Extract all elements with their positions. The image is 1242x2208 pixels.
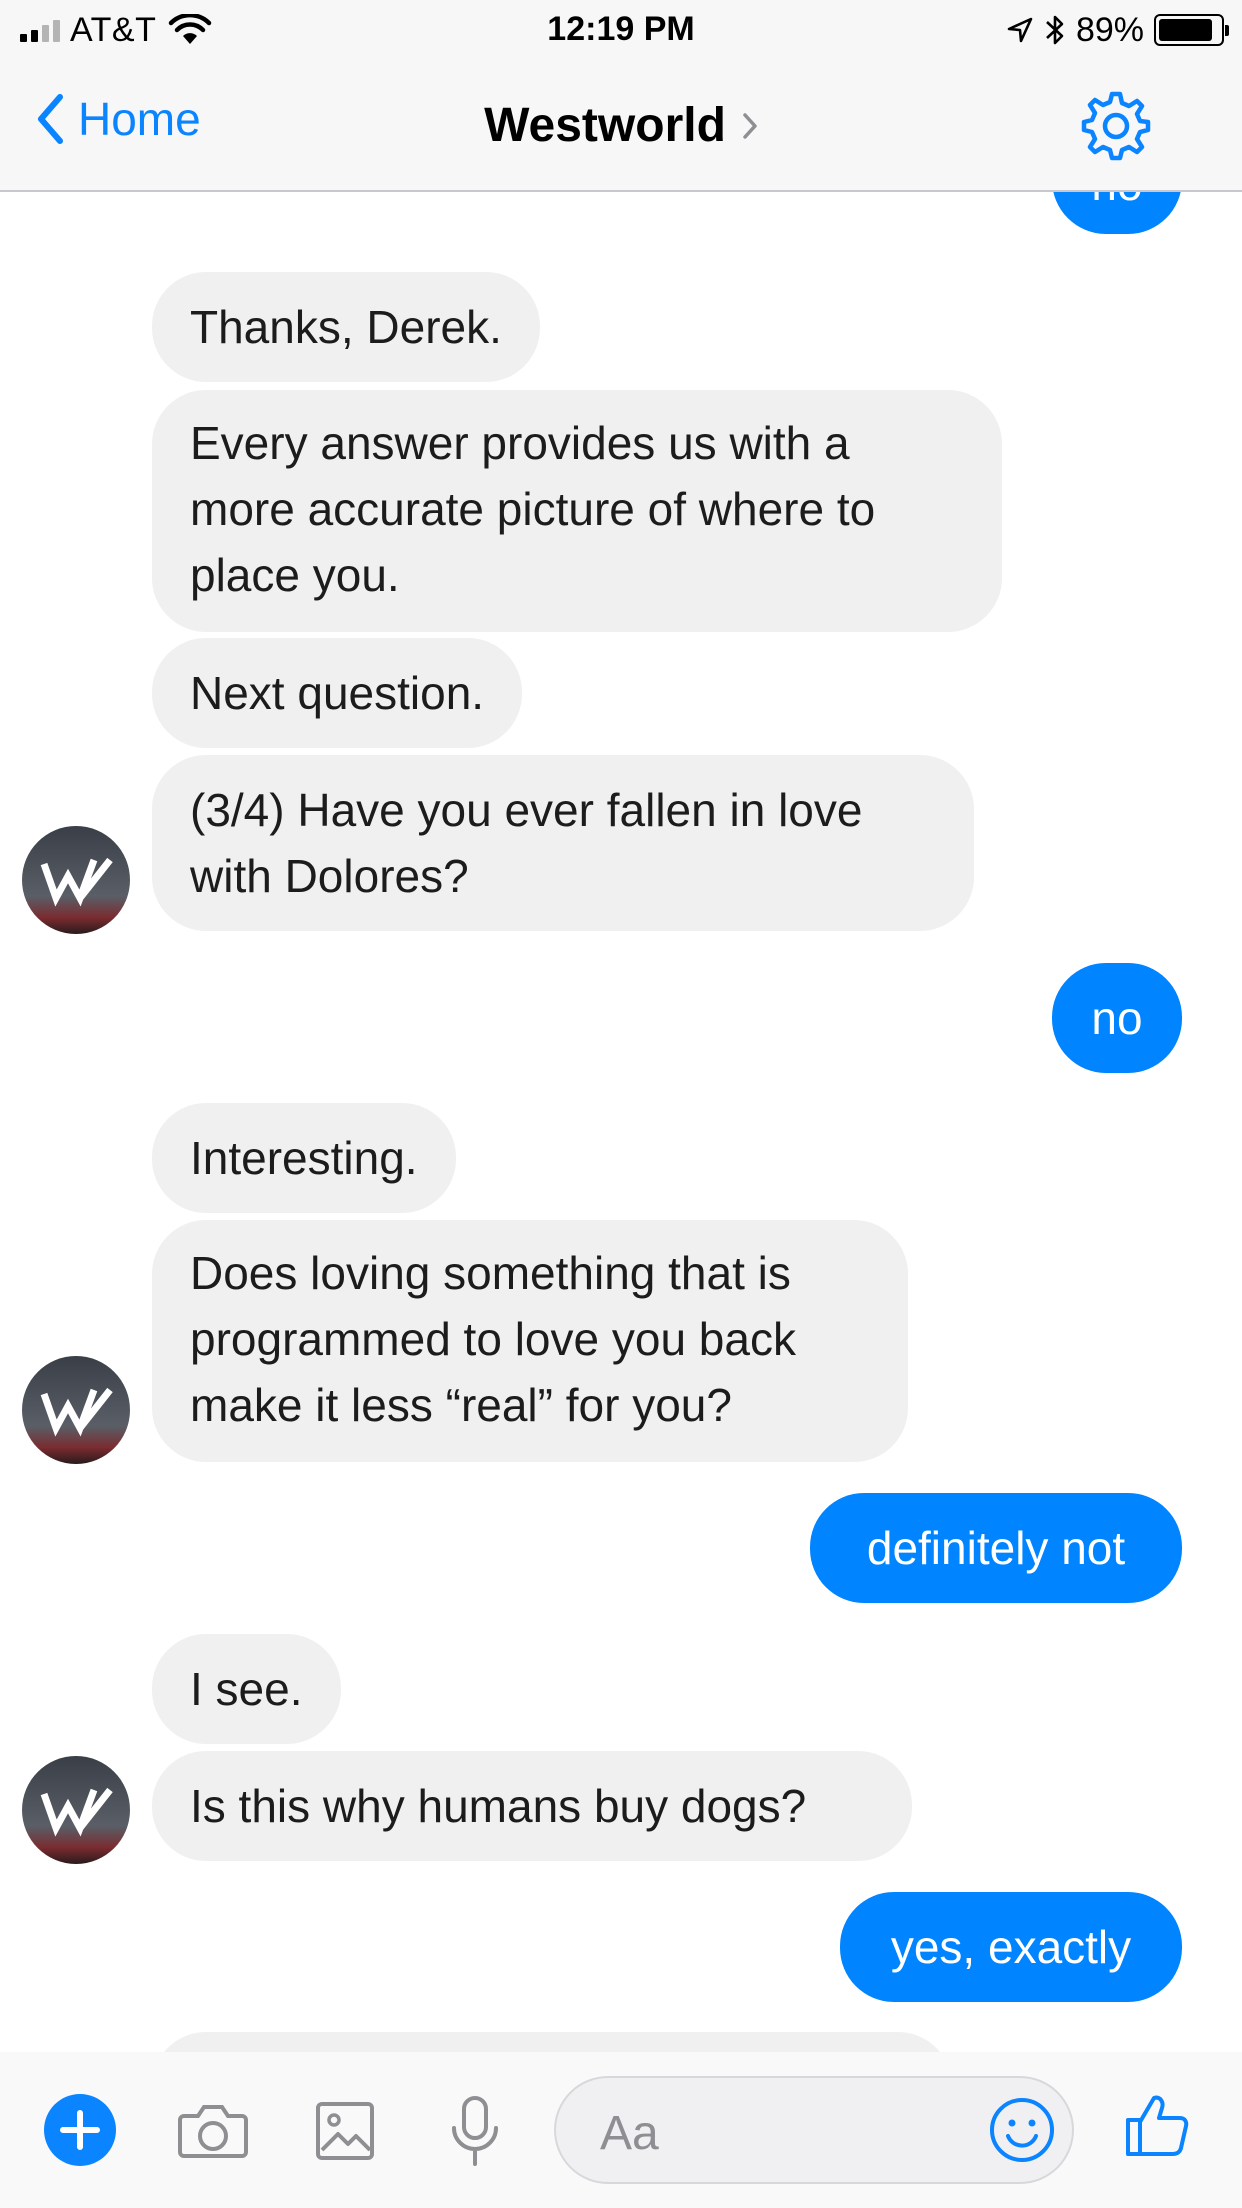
bot-avatar[interactable] — [22, 826, 130, 934]
incoming-message[interactable]: Thanks, Derek. — [152, 272, 540, 382]
title-text: Westworld — [484, 99, 726, 152]
message-composer: Aa — [0, 2052, 1242, 2208]
westworld-logo-icon — [22, 1356, 130, 1464]
navigation-bar: Home Westworld — [0, 62, 1242, 192]
incoming-message[interactable]: (3/4) Have you ever fallen in love with … — [152, 755, 974, 931]
chevron-right-icon — [743, 112, 757, 139]
camera-icon[interactable] — [176, 2094, 250, 2166]
emoji-icon[interactable] — [988, 2096, 1056, 2164]
plus-icon[interactable] — [44, 2094, 116, 2166]
bluetooth-icon — [1046, 15, 1064, 45]
message-placeholder: Aa — [600, 2107, 659, 2160]
incoming-message[interactable]: I see. — [152, 1634, 341, 1744]
thumbs-up-icon[interactable] — [1124, 2092, 1190, 2158]
westworld-logo-icon — [22, 1756, 130, 1864]
message-list[interactable]: no Thanks, Derek. Every answer provides … — [0, 192, 1242, 2052]
location-arrow-icon — [1007, 17, 1033, 43]
battery-icon — [1154, 14, 1229, 46]
incoming-message[interactable]: Does loving something that is programmed… — [152, 1220, 908, 1462]
status-bar: AT&T 12:19 PM 89% — [0, 0, 1242, 62]
incoming-message[interactable]: Is this why humans buy dogs? — [152, 1751, 912, 1861]
outgoing-message[interactable]: no — [1052, 963, 1182, 1073]
bot-avatar[interactable] — [22, 1756, 130, 1864]
battery-percent: 89% — [1075, 10, 1144, 49]
image-icon[interactable] — [314, 2094, 376, 2166]
message-input[interactable]: Aa — [554, 2076, 1074, 2184]
bot-avatar[interactable] — [22, 1356, 130, 1464]
battery-fill — [1159, 19, 1213, 41]
incoming-message[interactable]: Interesting. — [152, 1103, 456, 1213]
outgoing-message[interactable]: definitely not — [810, 1493, 1182, 1603]
westworld-logo-icon — [22, 826, 130, 934]
conversation-title[interactable]: Westworld — [0, 98, 1242, 153]
incoming-message[interactable]: Every answer provides us with a more acc… — [152, 390, 1002, 632]
outgoing-message[interactable]: yes, exactly — [840, 1892, 1182, 2002]
status-right: 89% — [1006, 10, 1229, 50]
incoming-message[interactable]: Next question. — [152, 638, 523, 748]
outgoing-message[interactable]: no — [1052, 192, 1182, 234]
gear-icon[interactable] — [1080, 90, 1152, 162]
incoming-message-partial[interactable] — [152, 2032, 952, 2052]
microphone-icon[interactable] — [448, 2094, 502, 2170]
